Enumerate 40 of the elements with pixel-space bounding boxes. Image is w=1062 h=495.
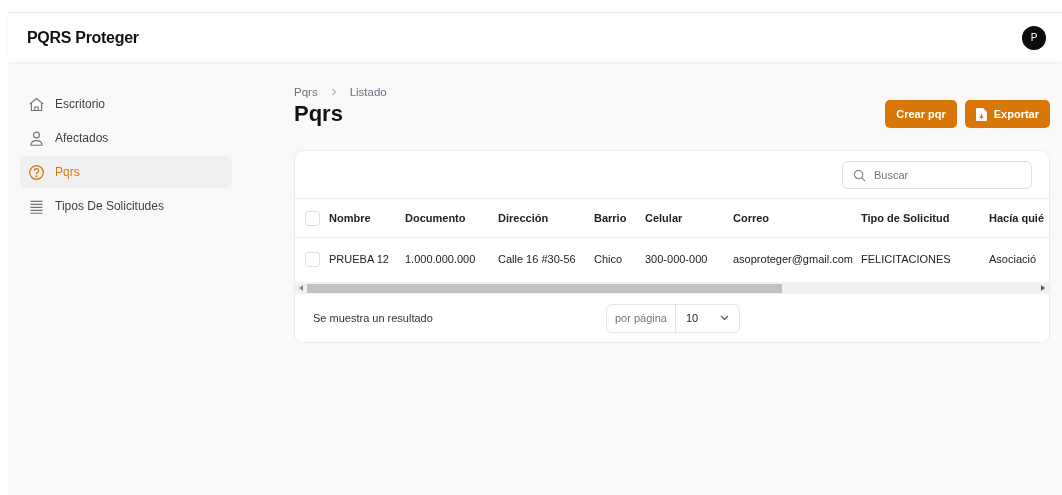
file-icon bbox=[975, 107, 987, 121]
breadcrumb-link[interactable]: Pqrs bbox=[294, 86, 318, 98]
sidebar-item[interactable]: Tipos De Solicitudes bbox=[20, 190, 232, 222]
column-header[interactable]: Tipo de Solicitud bbox=[861, 212, 950, 224]
column-header[interactable]: Barrio bbox=[594, 212, 627, 224]
table-cell: PRUEBA 12 bbox=[329, 253, 389, 265]
per-page-select[interactable]: 10 bbox=[676, 312, 740, 324]
select-all-checkbox[interactable] bbox=[304, 210, 320, 226]
row-checkbox[interactable] bbox=[304, 251, 320, 267]
column-header[interactable]: Nombre bbox=[329, 212, 371, 224]
column-header[interactable]: Celular bbox=[645, 212, 683, 224]
search-field[interactable]: Buscar bbox=[842, 160, 1032, 189]
page-title: Pqrs bbox=[294, 101, 343, 127]
scroll-left-icon[interactable] bbox=[299, 285, 303, 291]
user-icon bbox=[28, 129, 45, 147]
question-icon bbox=[28, 163, 45, 181]
sidebar-item[interactable]: Afectados bbox=[20, 122, 232, 154]
table-cell: Chico bbox=[594, 253, 623, 265]
chevron-icon bbox=[329, 88, 338, 96]
table-cell: Calle 16 #30-56 bbox=[498, 253, 576, 265]
results-summary: Se muestra un resultado bbox=[313, 312, 434, 324]
user-avatar[interactable]: P bbox=[1022, 25, 1046, 50]
breadcrumb-link[interactable]: Listado bbox=[349, 86, 387, 98]
column-header[interactable]: Hacía quié bbox=[989, 212, 1045, 224]
column-header[interactable]: Correo bbox=[733, 212, 770, 224]
table-cell: FELICITACIONES bbox=[861, 253, 951, 265]
sidebar-item[interactable]: Escritorio bbox=[20, 88, 232, 120]
scroll-right-icon[interactable] bbox=[1041, 285, 1045, 291]
home-icon bbox=[28, 95, 45, 113]
chevron-down-icon bbox=[720, 315, 730, 321]
per-page-label: por página bbox=[607, 304, 676, 332]
app-title: PQRS Proteger bbox=[27, 28, 139, 47]
column-header[interactable]: Dirección bbox=[498, 212, 549, 224]
search-icon bbox=[853, 168, 866, 182]
table-cell: asoproteger@gmail.com bbox=[733, 253, 853, 265]
table-cell: Asociació bbox=[989, 253, 1037, 265]
table-cell: 1.000.000.000 bbox=[405, 253, 476, 265]
column-header[interactable]: Documento bbox=[405, 212, 466, 224]
horizontal-scrollbar[interactable] bbox=[295, 282, 1049, 294]
table-cell: 300-000-000 bbox=[645, 253, 708, 265]
